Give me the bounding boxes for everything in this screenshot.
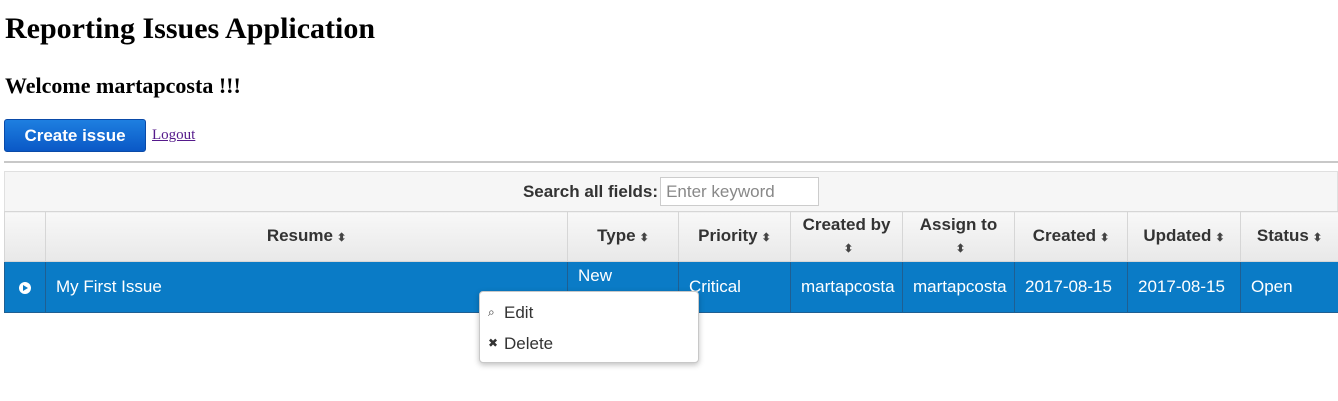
column-label: Assign to [919, 214, 998, 234]
cell-created[interactable]: 2017-08-15 [1014, 261, 1128, 313]
column-label: Status [1256, 225, 1309, 245]
sort-icon: ⬍ [1312, 231, 1323, 244]
create-issue-button[interactable]: Create issue [4, 119, 146, 152]
divider [4, 161, 1338, 163]
logout-link[interactable]: Logout [152, 127, 195, 144]
row-expander[interactable] [4, 261, 46, 313]
welcome-message: Welcome martapcosta !!! [5, 73, 241, 98]
column-header-priority[interactable]: Priority ⬍ [678, 211, 791, 262]
menu-item-delete[interactable]: ✖ Delete [480, 328, 698, 359]
menu-item-label: Delete [504, 334, 554, 353]
menu-item-edit[interactable]: ⌕ Edit [480, 297, 698, 328]
column-header-type[interactable]: Type ⬍ [567, 211, 679, 262]
column-label: Created by [802, 214, 891, 234]
cell-created-by[interactable]: martapcosta [790, 261, 903, 313]
cell-updated[interactable]: 2017-08-15 [1127, 261, 1241, 313]
sort-icon: ⬍ [843, 242, 854, 255]
expand-icon[interactable] [19, 281, 31, 294]
sort-icon: ⬍ [1100, 231, 1110, 244]
column-header-created-by[interactable]: Created by ⬍ [790, 211, 903, 262]
sort-icon: ⬍ [761, 231, 771, 244]
sort-icon: ⬍ [955, 242, 966, 255]
global-search-bar: Search all fields: [4, 171, 1338, 211]
column-header-status[interactable]: Status ⬍ [1240, 211, 1338, 262]
menu-item-label: Edit [504, 303, 534, 322]
app-title: Reporting Issues Application [5, 12, 376, 45]
close-icon: ✖ [488, 336, 499, 350]
context-menu: ⌕ Edit ✖ Delete [479, 291, 699, 363]
column-label: Resume [266, 225, 333, 245]
cell-status[interactable]: Open [1240, 261, 1338, 313]
column-label: Priority [698, 225, 758, 245]
table-header-row: Resume ⬍ Type ⬍ Priority ⬍ Created by ⬍ Assi… [4, 211, 1338, 262]
search-label: Search all fields: [522, 181, 659, 201]
column-label: Updated [1143, 225, 1212, 245]
column-header-updated[interactable]: Updated ⬍ [1127, 211, 1241, 262]
column-header-created[interactable]: Created ⬍ [1014, 211, 1128, 262]
expander-header [4, 211, 46, 262]
search-icon: ⌕ [488, 305, 495, 319]
column-header-resume[interactable]: Resume ⬍ [45, 211, 568, 262]
column-label: Type [597, 225, 636, 245]
column-header-assign-to[interactable]: Assign to ⬍ [902, 211, 1015, 262]
cell-assign-to[interactable]: martapcosta [902, 261, 1015, 313]
sort-icon: ⬍ [639, 231, 649, 244]
search-input[interactable] [660, 177, 820, 206]
sort-icon: ⬍ [1215, 231, 1225, 244]
column-label: Created [1032, 225, 1097, 245]
sort-icon: ⬍ [336, 231, 347, 244]
